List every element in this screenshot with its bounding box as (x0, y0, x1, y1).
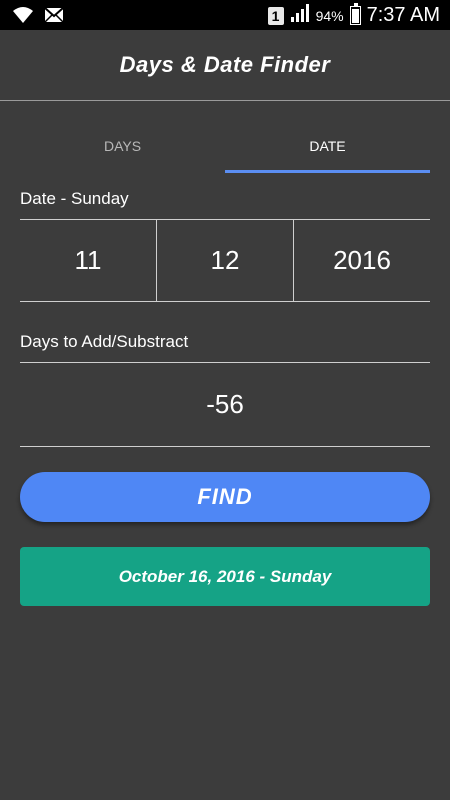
day-field[interactable]: 11 (20, 220, 156, 301)
mail-icon (44, 7, 64, 28)
battery-icon (349, 3, 361, 25)
find-button[interactable]: FIND (20, 472, 430, 522)
tab-bar: DAYS DATE (20, 122, 430, 174)
status-left (12, 6, 64, 29)
month-field[interactable]: 12 (156, 220, 293, 301)
wifi-icon (12, 6, 34, 29)
battery-percent: 94% (315, 7, 344, 24)
tab-date[interactable]: DATE (225, 122, 430, 170)
date-picker: 11 12 2016 (20, 219, 430, 302)
days-label: Days to Add/Substract (20, 332, 189, 351)
sim-badge: 1 (267, 6, 284, 25)
clock: 7:37 AM (366, 4, 440, 26)
status-right: 1 94% 7:37 AM (267, 3, 440, 28)
title-divider (0, 100, 450, 101)
result-banner: October 16, 2016 - Sunday (20, 547, 430, 606)
year-field[interactable]: 2016 (293, 220, 430, 301)
signal-icon (290, 3, 310, 28)
date-label: Date - Sunday (20, 189, 129, 208)
status-bar: 1 94% 7:37 AM (0, 0, 450, 30)
tab-days[interactable]: DAYS (20, 122, 225, 170)
app-title: Days & Date Finder (119, 52, 331, 77)
days-input[interactable]: -56 (20, 362, 430, 447)
battery-fill (351, 9, 359, 23)
tab-indicator (225, 170, 430, 173)
